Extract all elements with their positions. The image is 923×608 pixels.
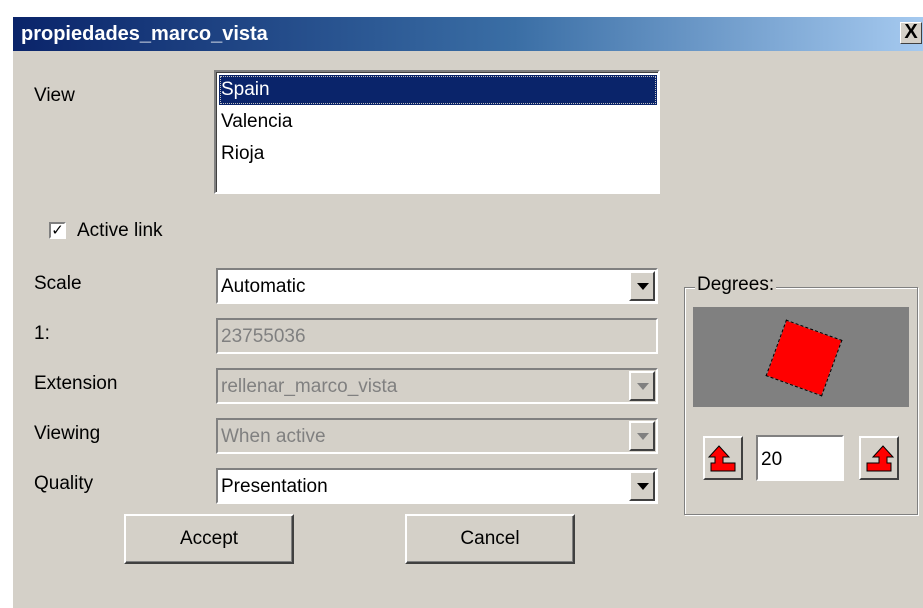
degrees-input[interactable]: 20 — [756, 435, 844, 481]
list-item-rioja[interactable]: Rioja — [219, 139, 264, 169]
close-button[interactable]: X — [900, 22, 922, 44]
rotate-left-arrow-icon — [707, 445, 736, 472]
view-label: View — [34, 85, 75, 106]
cancel-button[interactable]: Cancel — [405, 514, 575, 564]
scale-value: Automatic — [221, 276, 306, 297]
active-link-checkbox[interactable]: ✓ — [49, 222, 66, 239]
viewing-label: Viewing — [34, 423, 101, 444]
chevron-down-icon[interactable] — [629, 471, 655, 501]
chevron-down-icon[interactable] — [629, 421, 655, 451]
ratio-value: 23755036 — [221, 326, 306, 347]
quality-label: Quality — [34, 473, 94, 494]
quality-select[interactable]: Presentation — [216, 468, 658, 504]
accept-button[interactable]: Accept — [124, 514, 294, 564]
degrees-label: Degrees: — [695, 274, 777, 296]
viewing-value: When active — [221, 426, 326, 447]
view-listbox[interactable]: Spain Valencia Rioja — [214, 70, 660, 194]
chevron-down-icon[interactable] — [629, 371, 655, 401]
degrees-value: 20 — [761, 449, 783, 470]
ratio-label: 1: — [34, 323, 50, 344]
rotate-right-arrow-icon — [866, 445, 895, 472]
rotate-left-button[interactable] — [703, 436, 743, 480]
extension-value: rellenar_marco_vista — [221, 376, 398, 397]
list-item-spain[interactable]: Spain — [219, 75, 657, 105]
viewing-select[interactable]: When active — [216, 418, 658, 454]
title-bar[interactable]: propiedades_marco_vista X — [13, 17, 923, 51]
active-link-label: Active link — [77, 220, 163, 241]
properties-dialog: propiedades_marco_vista X View Spain Val… — [12, 16, 923, 608]
list-item-valencia[interactable]: Valencia — [219, 107, 292, 137]
extension-label: Extension — [34, 373, 118, 394]
rotate-right-button[interactable] — [859, 436, 899, 480]
chevron-down-icon[interactable] — [629, 271, 655, 301]
ratio-input[interactable]: 23755036 — [216, 318, 658, 354]
extension-select[interactable]: rellenar_marco_vista — [216, 368, 658, 404]
rotated-square — [765, 319, 843, 397]
scale-select[interactable]: Automatic — [216, 268, 658, 304]
window-title: propiedades_marco_vista — [21, 23, 268, 45]
rotation-preview — [693, 307, 909, 407]
scale-label: Scale — [34, 273, 82, 294]
quality-value: Presentation — [221, 476, 328, 497]
